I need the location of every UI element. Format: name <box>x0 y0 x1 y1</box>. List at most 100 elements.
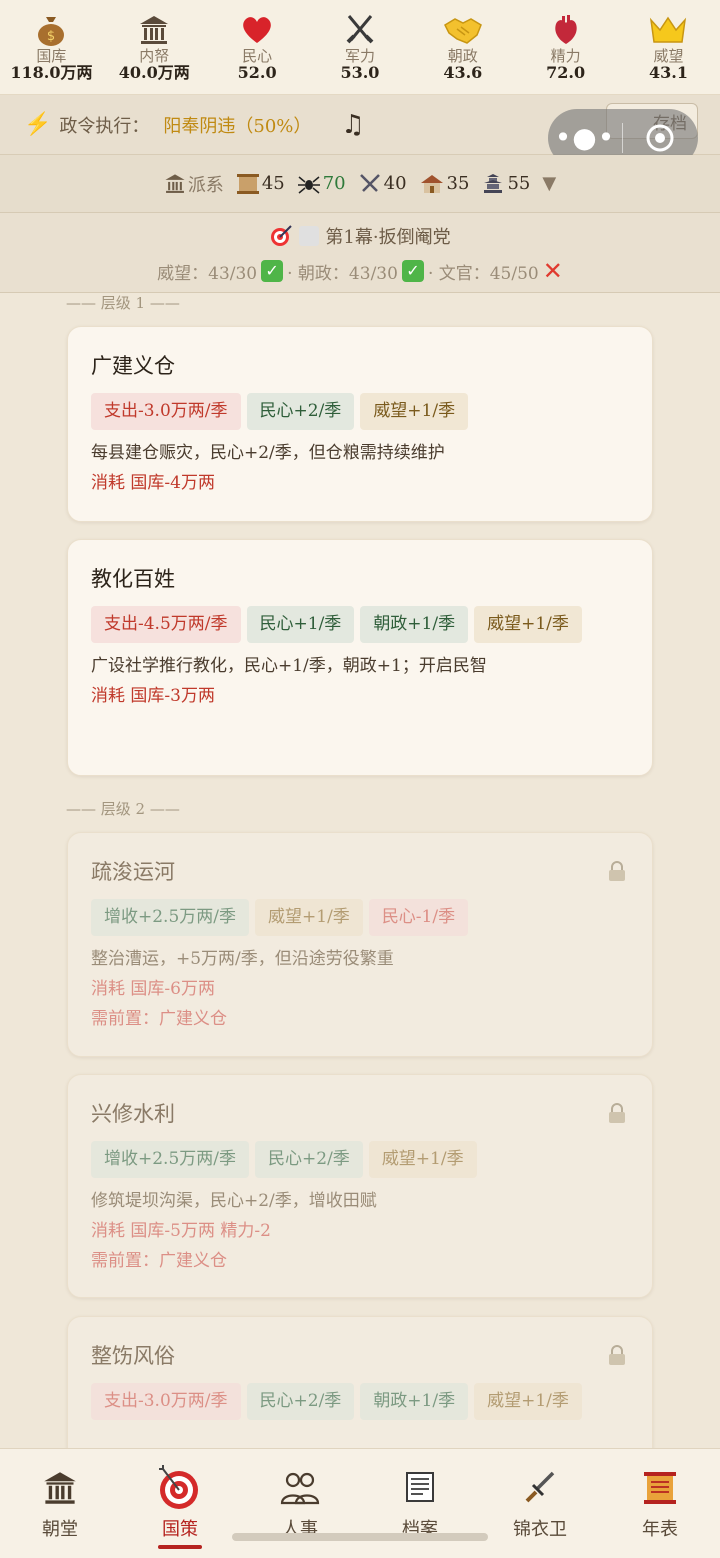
execution-value: 阳奉阴违（50%） <box>163 115 312 137</box>
policy-prerequisite: 需前置：广建义仓 <box>91 1251 227 1271</box>
handshake-icon <box>443 12 483 48</box>
faction-value: 35 <box>446 173 470 194</box>
temple-icon <box>42 1467 78 1509</box>
cross-mark-icon: ✕ <box>542 257 563 285</box>
stat-prestige[interactable]: 威望 43.1 <box>618 12 718 82</box>
stat-treasury[interactable]: $ 国库 118.0万两 <box>1 12 101 82</box>
faction-value: 70 <box>322 173 346 194</box>
tab-guard[interactable]: 锦衣卫 <box>485 1449 595 1558</box>
policy-name: 广建义仓 <box>91 354 175 378</box>
act-conditions: 威望：43/30 ✓ · 朝政：43/30 ✓ · 文官：45/50 ✕ <box>0 257 720 285</box>
factions-label: 派系 <box>187 174 224 196</box>
policy-tag: 民心-1/季 <box>368 899 469 936</box>
stat-value: 52.0 <box>237 63 277 82</box>
check-mark-icon: ✓ <box>401 260 424 282</box>
temple-icon <box>134 12 174 48</box>
people-icon <box>280 1467 320 1509</box>
tab-chronicle[interactable]: 年表 <box>605 1449 715 1558</box>
stat-label: 朝政 <box>447 47 478 65</box>
policy-list[interactable]: —— 层级 1 —— 广建义仓 支出-3.0万两/季 民心+2/季 威望+1/季… <box>0 293 720 1448</box>
stat-public-support[interactable]: 民心 52.0 <box>207 12 307 82</box>
lock-icon <box>609 861 625 881</box>
faction-gentry: 35 <box>419 173 470 195</box>
stat-governance[interactable]: 朝政 43.6 <box>413 12 513 82</box>
tab-label: 朝堂 <box>42 1519 78 1540</box>
tab-archives[interactable]: 档案 <box>365 1449 475 1558</box>
music-icon[interactable]: ♫ <box>341 110 364 140</box>
stat-value: 40.0万两 <box>118 63 190 82</box>
check-mark-icon: ✓ <box>261 260 284 282</box>
house-icon <box>420 174 443 193</box>
condition-governance: · 朝政：43/30 <box>287 263 398 284</box>
close-miniprogram-button[interactable] <box>623 122 697 154</box>
policy-cost: 消耗 国库-5万两 精力-2 <box>91 1221 271 1241</box>
policy-cost: 消耗 国库-6万两 <box>91 979 215 999</box>
policy-cost: 消耗 国库-4万两 <box>91 473 215 493</box>
policy-tag: 民心+2/季 <box>255 1141 363 1178</box>
policy-card-customs[interactable]: 整饬风俗 支出-3.0万两/季 民心+2/季 朝政+1/季 威望+1/季 <box>67 1316 653 1448</box>
policy-prerequisite: 需前置：广建义仓 <box>91 1009 227 1029</box>
stat-value: 72.0 <box>546 63 586 82</box>
policy-card-granary[interactable]: 广建义仓 支出-3.0万两/季 民心+2/季 威望+1/季 每县建仓赈灾，民心+… <box>67 326 653 522</box>
stat-label: 精力 <box>550 47 581 65</box>
policy-tag: 朝政+1/季 <box>360 1383 469 1420</box>
condition-prestige: 威望：43/30 <box>157 263 258 284</box>
tab-court[interactable]: 朝堂 <box>5 1449 115 1558</box>
faction-civil: 45 <box>236 173 285 195</box>
policy-description: 修筑堤坝沟渠，民心+2/季，增收田赋 <box>91 1191 377 1211</box>
bottom-nav: 朝堂 国策 人事 档案 锦衣卫 年表 <box>0 1448 720 1558</box>
policy-tag: 威望+1/季 <box>474 606 582 643</box>
faction-imperial: 55 <box>481 173 530 195</box>
faction-value: 45 <box>261 173 285 194</box>
policy-tags: 增收+2.5万两/季 威望+1/季 民心-1/季 <box>91 899 630 936</box>
crown-icon <box>648 12 688 48</box>
lock-icon <box>609 1345 625 1365</box>
tab-policy[interactable]: 国策 <box>125 1449 235 1558</box>
tab-personnel[interactable]: 人事 <box>245 1449 355 1558</box>
policy-tags: 支出-3.0万两/季 民心+2/季 朝政+1/季 威望+1/季 <box>91 1383 630 1420</box>
policy-tag: 民心+1/季 <box>246 606 355 643</box>
temple-icon <box>165 173 185 193</box>
policy-tag: 朝政+1/季 <box>360 606 469 643</box>
execution-label: 政令执行： <box>59 115 150 137</box>
factions-row[interactable]: 派系 45 70 40 35 55 ▼ <box>0 155 720 213</box>
active-tab-indicator <box>158 1545 202 1549</box>
stat-label: 内帑 <box>139 47 170 65</box>
faction-value: 55 <box>507 173 531 194</box>
scroll-icon <box>236 173 259 194</box>
checkbox-icon <box>299 226 320 246</box>
target-icon <box>271 225 293 246</box>
policy-tag: 威望+1/季 <box>368 1141 477 1178</box>
act-title: 第1幕·扳倒阉党 <box>325 227 451 248</box>
act-title-row: 第1幕·扳倒阉党 <box>0 223 720 249</box>
stat-privy-purse[interactable]: 内帑 40.0万两 <box>104 12 204 82</box>
dagger-icon <box>523 1467 557 1509</box>
policy-card-canal[interactable]: 疏浚运河 增收+2.5万两/季 威望+1/季 民心-1/季 整治漕运，+5万两/… <box>67 832 653 1057</box>
policy-card-education[interactable]: 教化百姓 支出-4.5万两/季 民心+1/季 朝政+1/季 威望+1/季 广设社… <box>67 539 653 776</box>
policy-cost: 消耗 国库-3万两 <box>91 686 215 706</box>
target-icon <box>157 1465 203 1509</box>
act-objective: 第1幕·扳倒阉党 威望：43/30 ✓ · 朝政：43/30 ✓ · 文官：45… <box>0 213 720 293</box>
policy-tag: 增收+2.5万两/季 <box>91 1141 250 1178</box>
home-indicator <box>232 1533 488 1541</box>
stat-value: 43.6 <box>443 63 483 82</box>
policy-tag: 威望+1/季 <box>474 1383 582 1420</box>
tab-label: 锦衣卫 <box>513 1519 567 1540</box>
policy-name: 兴修水利 <box>91 1102 175 1126</box>
tab-label: 国策 <box>162 1519 198 1540</box>
target-circle-icon <box>646 124 674 152</box>
policy-tag: 支出-4.5万两/季 <box>91 606 241 643</box>
scroll-icon <box>642 1467 678 1509</box>
money-bag-icon: $ <box>31 12 71 48</box>
faction-military: 40 <box>358 173 407 195</box>
policy-card-irrigation[interactable]: 兴修水利 增收+2.5万两/季 民心+2/季 威望+1/季 修筑堤坝沟渠，民心+… <box>67 1074 653 1298</box>
stat-energy[interactable]: 精力 72.0 <box>516 12 616 82</box>
policy-tag: 增收+2.5万两/季 <box>91 899 250 936</box>
stat-military[interactable]: 军力 53.0 <box>310 12 410 82</box>
expand-chevron-icon[interactable]: ▼ <box>542 173 556 194</box>
policy-description: 整治漕运，+5万两/季，但沿途劳役繁重 <box>91 949 394 969</box>
faction-value: 40 <box>383 173 407 194</box>
tab-label: 年表 <box>642 1519 678 1540</box>
stat-label: 民心 <box>242 47 273 65</box>
policy-name: 疏浚运河 <box>91 860 175 884</box>
